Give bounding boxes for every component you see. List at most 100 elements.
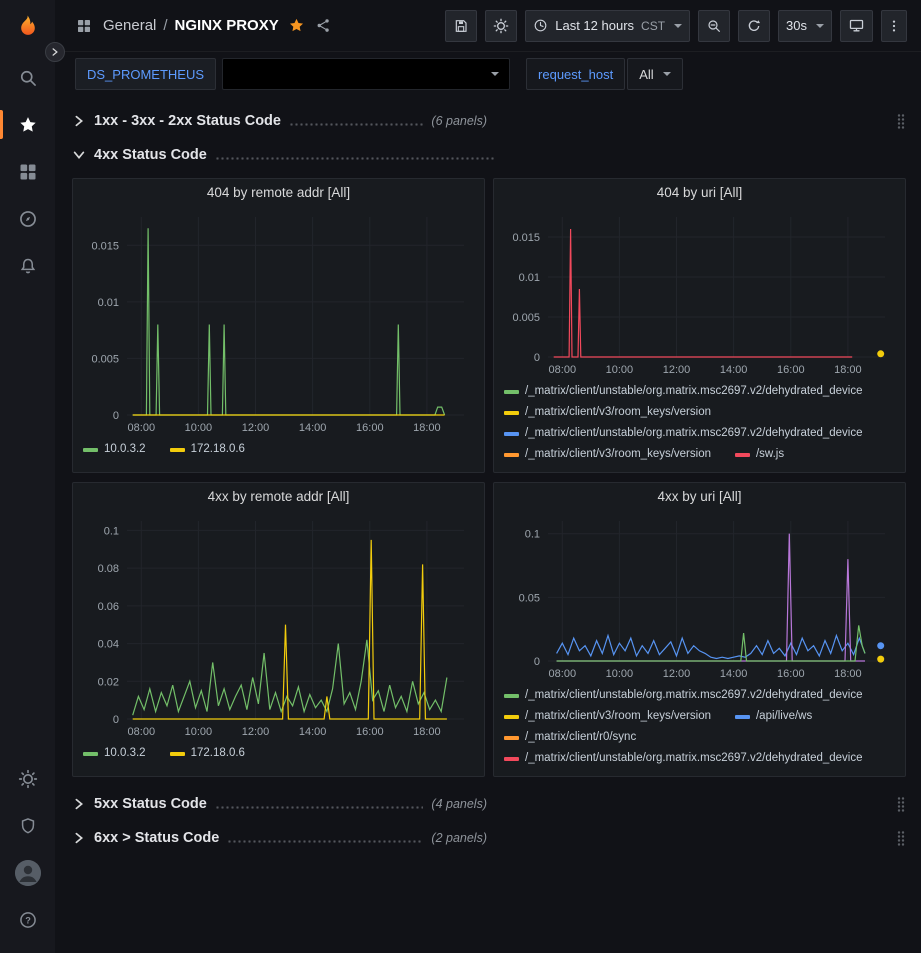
legend-item[interactable]: /_matrix/client/v3/room_keys/version [504, 706, 711, 727]
chart-legend: 10.0.3.2 172.18.0.6 [73, 741, 484, 776]
shield-icon [18, 816, 38, 836]
svg-text:08:00: 08:00 [128, 422, 156, 434]
row-panel-count: (6 panels) [431, 114, 487, 128]
legend-item[interactable]: 172.18.0.6 [170, 439, 245, 460]
refresh-button[interactable] [738, 10, 770, 42]
svg-text:18:00: 18:00 [834, 364, 862, 376]
datasource-variable-label: DS_PROMETHEUS [75, 58, 216, 90]
svg-text:12:00: 12:00 [663, 364, 691, 376]
kebab-menu-button[interactable] [881, 10, 907, 42]
chart-404-by-uri[interactable]: 00.0050.010.01508:0010:0012:0014:0016:00… [494, 207, 905, 379]
chart-svg[interactable]: 00.0050.010.01508:0010:0012:0014:0016:00… [81, 207, 476, 437]
datasource-variable-select[interactable] [222, 58, 510, 90]
svg-text:16:00: 16:00 [356, 726, 384, 738]
apps-grid-icon[interactable] [75, 17, 93, 35]
svg-text:0.08: 0.08 [98, 563, 119, 575]
legend-item[interactable]: /_matrix/client/v3/room_keys/version [504, 444, 711, 465]
svg-text:0: 0 [113, 714, 119, 726]
sidebar-item-alerting[interactable] [0, 242, 55, 289]
chart-legend: /_matrix/client/unstable/org.matrix.msc2… [494, 379, 905, 472]
svg-text:18:00: 18:00 [834, 668, 862, 680]
svg-text:0.005: 0.005 [91, 353, 119, 365]
svg-text:08:00: 08:00 [549, 364, 577, 376]
share-button[interactable] [315, 17, 332, 34]
row-dotted-leader [215, 806, 424, 809]
row-dotted-leader [227, 840, 423, 843]
panel-title[interactable]: 404 by uri [All] [494, 179, 905, 207]
zoom-out-time-button[interactable] [698, 10, 730, 42]
chart-svg[interactable]: 00.0050.010.01508:0010:0012:0014:0016:00… [502, 207, 897, 379]
svg-text:08:00: 08:00 [128, 726, 156, 738]
sidebar-item-dashboards[interactable] [0, 148, 55, 195]
chart-4xx-by-remote-addr[interactable]: 00.020.040.060.080.108:0010:0012:0014:00… [73, 511, 484, 741]
refresh-interval-dropdown[interactable]: 30s [778, 10, 832, 42]
row-drag-handle[interactable] [896, 830, 906, 846]
panel-title[interactable]: 4xx by remote addr [All] [73, 483, 484, 511]
dashboard-settings-button[interactable] [485, 10, 517, 42]
chart-4xx-by-uri[interactable]: 00.050.108:0010:0012:0014:0016:0018:00 [494, 511, 905, 683]
svg-text:0.1: 0.1 [104, 525, 119, 537]
row-title[interactable]: 1xx - 3xx - 2xx Status Code [94, 113, 281, 129]
row-5xx[interactable]: 5xx Status Code (4 panels) [72, 789, 906, 819]
sidebar-item-server-admin[interactable] [0, 802, 55, 849]
legend-item[interactable]: 10.0.3.2 [83, 439, 146, 460]
sidebar-item-explore[interactable] [0, 195, 55, 242]
time-range-picker[interactable]: Last 12 hours CST [525, 10, 690, 42]
request-host-variable-select[interactable]: All [627, 58, 682, 90]
zoom-out-icon [706, 18, 722, 34]
chart-404-by-remote-addr[interactable]: 00.0050.010.01508:0010:0012:0014:0016:00… [73, 207, 484, 437]
chart-svg[interactable]: 00.050.108:0010:0012:0014:0016:0018:00 [502, 511, 897, 683]
legend-item[interactable]: /_matrix/client/unstable/org.matrix.msc2… [504, 748, 863, 769]
legend-item[interactable]: 10.0.3.2 [83, 743, 146, 764]
legend-item[interactable]: 172.18.0.6 [170, 743, 245, 764]
panel-4xx-by-uri: 4xx by uri [All] 00.050.108:0010:0012:00… [493, 482, 906, 777]
svg-text:0.015: 0.015 [91, 240, 119, 252]
sidebar-bottom: ? [0, 755, 55, 953]
legend-item[interactable]: /_matrix/client/unstable/org.matrix.msc2… [504, 685, 863, 706]
kebab-icon [886, 18, 902, 34]
chevron-down-icon [72, 148, 86, 162]
svg-text:10:00: 10:00 [606, 364, 634, 376]
row-drag-handle[interactable] [896, 113, 906, 129]
legend-item[interactable]: /_matrix/client/unstable/org.matrix.msc2… [504, 423, 863, 444]
chart-svg[interactable]: 00.020.040.060.080.108:0010:0012:0014:00… [81, 511, 476, 741]
svg-text:18:00: 18:00 [413, 726, 441, 738]
save-dashboard-button[interactable] [445, 10, 477, 42]
legend-item[interactable]: /sw.js [735, 444, 784, 465]
row-title[interactable]: 4xx Status Code [94, 147, 207, 163]
panel-title[interactable]: 404 by remote addr [All] [73, 179, 484, 207]
sidebar-item-profile[interactable] [0, 849, 55, 896]
sidebar-item-starred[interactable] [0, 101, 55, 148]
breadcrumb-separator: / [163, 17, 167, 34]
legend-item[interactable]: /_matrix/client/unstable/org.matrix.msc2… [504, 381, 863, 402]
row-title[interactable]: 6xx > Status Code [94, 830, 219, 846]
sidebar-item-configuration[interactable] [0, 755, 55, 802]
panel-title[interactable]: 4xx by uri [All] [494, 483, 905, 511]
svg-text:0.01: 0.01 [519, 272, 540, 284]
favorite-star-button[interactable] [288, 17, 305, 34]
panel-4xx-by-remote-addr: 4xx by remote addr [All] 00.020.040.060.… [72, 482, 485, 777]
refresh-icon [746, 18, 762, 34]
row-1xx-3xx-2xx[interactable]: 1xx - 3xx - 2xx Status Code (6 panels) [72, 106, 906, 136]
row-4xx[interactable]: 4xx Status Code [72, 140, 906, 170]
dashboards-grid-icon [18, 162, 38, 182]
sidebar-item-help[interactable]: ? [0, 896, 55, 943]
dashboard-title[interactable]: NGINX PROXY [175, 17, 279, 34]
star-filled-icon [288, 17, 305, 34]
dashboard-canvas: 1xx - 3xx - 2xx Status Code (6 panels) 4… [55, 98, 921, 853]
svg-text:18:00: 18:00 [413, 422, 441, 434]
sidebar-item-search[interactable] [0, 54, 55, 101]
svg-text:0: 0 [534, 656, 540, 668]
sidebar-collapse-button[interactable] [45, 42, 65, 62]
breadcrumb-folder[interactable]: General [103, 17, 156, 34]
legend-item[interactable]: /api/live/ws [735, 706, 812, 727]
row-title[interactable]: 5xx Status Code [94, 796, 207, 812]
svg-text:0.04: 0.04 [98, 639, 119, 651]
legend-item[interactable]: /_matrix/client/r0/sync [504, 727, 636, 748]
legend-item[interactable]: /_matrix/client/v3/room_keys/version [504, 402, 711, 423]
svg-text:14:00: 14:00 [720, 364, 748, 376]
row-drag-handle[interactable] [896, 796, 906, 812]
compass-icon [18, 209, 38, 229]
cycle-view-mode-button[interactable] [840, 10, 873, 42]
row-6xx[interactable]: 6xx > Status Code (2 panels) [72, 823, 906, 853]
